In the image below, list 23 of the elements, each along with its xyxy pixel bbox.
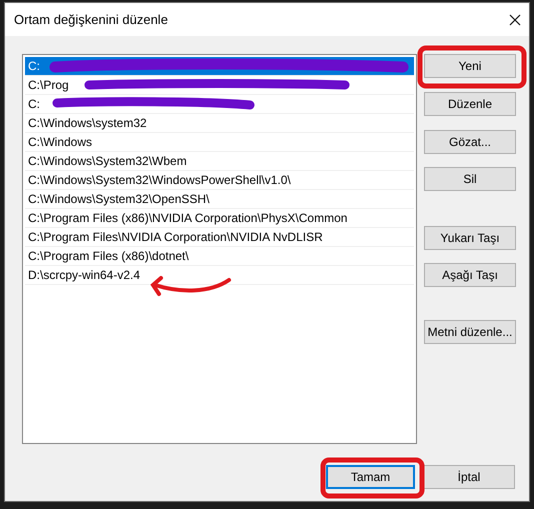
action-button[interactable]: Metni düzenle... bbox=[424, 320, 516, 344]
path-item[interactable]: C:\Prog bbox=[28, 76, 69, 94]
path-item[interactable]: C:\Windows\system32 bbox=[28, 114, 147, 132]
action-button[interactable]: Sil bbox=[424, 167, 516, 191]
window-title: Ortam değişkenini düzenle bbox=[14, 10, 168, 29]
action-button[interactable]: Düzenle bbox=[424, 92, 516, 116]
path-item[interactable]: C:\Program Files (x86)\dotnet\ bbox=[28, 247, 189, 265]
path-item[interactable]: C: bbox=[28, 95, 40, 113]
cancel-button[interactable]: İptal bbox=[423, 465, 515, 489]
close-icon[interactable] bbox=[509, 14, 521, 26]
action-button[interactable]: Yeni bbox=[424, 54, 516, 78]
path-item[interactable]: C:\Windows\System32\Wbem bbox=[28, 152, 187, 170]
path-item[interactable]: C: bbox=[28, 57, 40, 75]
path-item[interactable]: C:\Windows\System32\OpenSSH\ bbox=[28, 190, 210, 208]
path-item[interactable]: D:\scrcpy-win64-v2.4 bbox=[28, 266, 140, 284]
path-item[interactable]: C:\Program Files (x86)\NVIDIA Corporation\PhysX\Common bbox=[28, 209, 348, 227]
action-button[interactable]: Gözat... bbox=[424, 130, 516, 154]
ok-button[interactable]: Tamam bbox=[326, 465, 415, 489]
action-button[interactable]: Yukarı Taşı bbox=[424, 226, 516, 250]
path-item[interactable]: C:\Windows\System32\WindowsPowerShell\v1.0\ bbox=[28, 171, 291, 189]
path-item[interactable]: C:\Windows bbox=[28, 133, 92, 151]
path-item[interactable]: C:\Program Files\NVIDIA Corporation\NVIDIA NvDLISR bbox=[28, 228, 323, 246]
action-button[interactable]: Aşağı Taşı bbox=[424, 263, 516, 287]
